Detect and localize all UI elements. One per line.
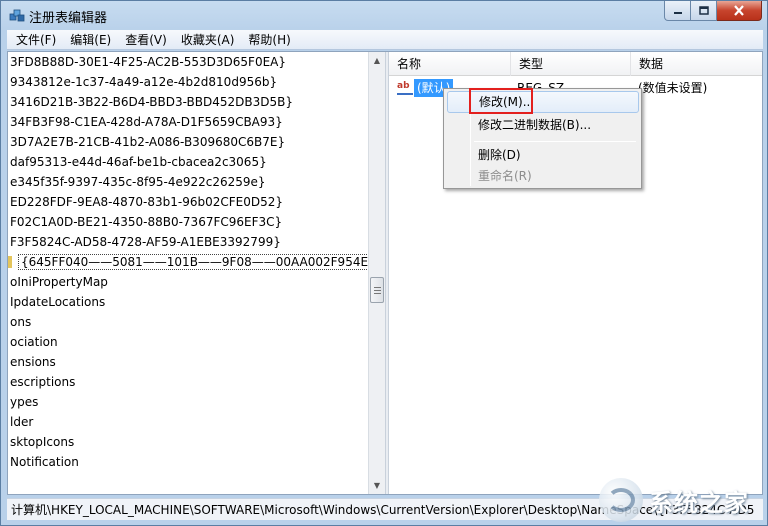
- tree-item-label: {645FF040——5081——101B——9F08——00AA002F954…: [18, 254, 379, 270]
- logo-swirl: [607, 488, 635, 512]
- menu-favorites[interactable]: 收藏夹(A): [174, 30, 242, 50]
- maximize-icon: [698, 6, 709, 15]
- tree-item-label: ociation: [10, 335, 58, 349]
- tree-item-label: F02C1A0D-BE21-4350-88B0-7367FC96EF3C}: [10, 215, 283, 229]
- window-title: 注册表编辑器: [29, 11, 108, 26]
- tree-item[interactable]: lder: [8, 412, 368, 432]
- menu-bar: 文件(F) 编辑(E) 查看(V) 收藏夹(A) 帮助(H): [7, 30, 763, 50]
- annotation-highlight-box: [469, 88, 533, 114]
- minimize-icon: [673, 11, 682, 14]
- tree-item[interactable]: daf95313-e44d-46af-be1b-cbacea2c3065}: [8, 152, 368, 172]
- tree-item[interactable]: ensions: [8, 352, 368, 372]
- string-value-icon: ab: [397, 80, 413, 95]
- tree-item[interactable]: 3D7A2E7B-21CB-41b2-A086-B309680C6B7E}: [8, 132, 368, 152]
- tree-item[interactable]: escriptions: [8, 372, 368, 392]
- tree-item-label: ons: [10, 315, 32, 329]
- menu-help[interactable]: 帮助(H): [241, 30, 297, 50]
- menu-edit[interactable]: 编辑(E): [63, 30, 118, 50]
- tree-item[interactable]: ypes: [8, 392, 368, 412]
- list-header: 名称 类型 数据: [389, 52, 762, 76]
- tree-item-label: sktopIcons: [10, 435, 75, 449]
- tree-item[interactable]: 3FD8B88D-30E1-4F25-AC2B-553D3D65F0EA}: [8, 52, 368, 72]
- tree-item-label: e345f35f-9397-435c-8f95-4e922c26259e}: [10, 175, 266, 189]
- tree-item-label: 3416D21B-3B22-B6D4-BBD3-BBD452DB3D5B}: [10, 95, 293, 109]
- tree-item-label: 34FB3F98-C1EA-428d-A78A-D1F5659CBA93}: [10, 115, 283, 129]
- tree-item-label: IpdateLocations: [10, 295, 106, 309]
- title-bar[interactable]: 注册表编辑器: [1, 1, 767, 30]
- tree-item-label: lder: [10, 415, 34, 429]
- scroll-up-icon[interactable]: ▲: [369, 52, 385, 69]
- registry-editor-window: 注册表编辑器 文件(F) 编辑(E) 查看(V) 收藏夹(A) 帮助(H) 3F…: [0, 0, 768, 526]
- tree-item[interactable]: F3F5824C-AD58-4728-AF59-A1EBE3392799}: [8, 232, 368, 252]
- minimize-button[interactable]: [664, 1, 691, 21]
- column-header-name[interactable]: 名称: [389, 52, 511, 76]
- menu-item-delete[interactable]: 删除(D): [447, 144, 639, 166]
- key-tree: 3FD8B88D-30E1-4F25-AC2B-553D3D65F0EA} 93…: [8, 52, 379, 472]
- column-header-type[interactable]: 类型: [511, 52, 631, 76]
- menu-view[interactable]: 查看(V): [118, 30, 174, 50]
- tree-item-label: Notification: [10, 455, 79, 469]
- menu-item-rename: 重命名(R): [478, 169, 532, 183]
- tree-item-label: oIniPropertyMap: [10, 275, 108, 289]
- window-controls: [664, 1, 762, 21]
- watermark-text: 系统之家: [649, 488, 749, 517]
- tree-item[interactable]: ED228FDF-9EA8-4870-83b1-96b02CFE0D52}: [8, 192, 368, 212]
- registry-editor-icon: [9, 9, 25, 22]
- tree-item[interactable]: Notification: [8, 452, 368, 472]
- tree-item[interactable]: F02C1A0D-BE21-4350-88B0-7367FC96EF3C}: [8, 212, 368, 232]
- tree-item-label: 3D7A2E7B-21CB-41b2-A086-B309680C6B7E}: [10, 135, 286, 149]
- close-button[interactable]: [717, 1, 762, 21]
- tree-item[interactable]: IpdateLocations: [8, 292, 368, 312]
- menu-separator: [474, 141, 636, 142]
- watermark: 系统之家: [599, 476, 759, 524]
- scrollbar-thumb[interactable]: [370, 277, 384, 303]
- tree-item[interactable]: sktopIcons: [8, 432, 368, 452]
- tree-item-label: ypes: [10, 395, 39, 409]
- tree-item[interactable]: oIniPropertyMap: [8, 272, 368, 292]
- watermark-logo-icon: [599, 478, 643, 522]
- grip-line: [374, 293, 381, 294]
- tree-item[interactable]: 3416D21B-3B22-B6D4-BBD3-BBD452DB3D5B}: [8, 92, 368, 112]
- tree-item-selected[interactable]: {645FF040——5081——101B——9F08——00AA002F954…: [8, 252, 379, 272]
- tree-item[interactable]: 9343812e-1c37-4a49-a12e-4b2d810d956b}: [8, 72, 368, 92]
- client-area: 3FD8B88D-30E1-4F25-AC2B-553D3D65F0EA} 93…: [7, 51, 763, 495]
- tree-item-label: ensions: [10, 355, 56, 369]
- grip-line: [374, 287, 381, 288]
- folder-icon: [8, 255, 12, 268]
- scroll-down-icon[interactable]: ▼: [369, 477, 385, 494]
- tree-item-label: ED228FDF-9EA8-4870-83b1-96b02CFE0D52}: [10, 195, 284, 209]
- tree-item-label: F3F5824C-AD58-4728-AF59-A1EBE3392799}: [10, 235, 281, 249]
- grip-line: [374, 290, 381, 291]
- tree-item[interactable]: 34FB3F98-C1EA-428d-A78A-D1F5659CBA93}: [8, 112, 368, 132]
- close-icon: [734, 5, 744, 16]
- tree-scrollbar[interactable]: ▲ ▼: [368, 52, 385, 494]
- maximize-button[interactable]: [691, 1, 717, 21]
- tree-item-label: 3FD8B88D-30E1-4F25-AC2B-553D3D65F0EA}: [10, 55, 286, 69]
- tree-item-label: 9343812e-1c37-4a49-a12e-4b2d810d956b}: [10, 75, 278, 89]
- tree-item[interactable]: ons: [8, 312, 368, 332]
- menu-file[interactable]: 文件(F): [9, 30, 63, 50]
- tree-item-label: daf95313-e44d-46af-be1b-cbacea2c3065}: [10, 155, 267, 169]
- tree-item-label: escriptions: [10, 375, 76, 389]
- tree-item[interactable]: ociation: [8, 332, 368, 352]
- value-data: (数值未设置): [638, 81, 708, 95]
- column-header-data[interactable]: 数据: [631, 52, 762, 76]
- tree-item[interactable]: e345f35f-9397-435c-8f95-4e922c26259e}: [8, 172, 368, 192]
- menu-item-modify-binary[interactable]: 修改二进制数据(B)...: [447, 114, 639, 136]
- key-tree-pane: 3FD8B88D-30E1-4F25-AC2B-553D3D65F0EA} 93…: [8, 52, 385, 494]
